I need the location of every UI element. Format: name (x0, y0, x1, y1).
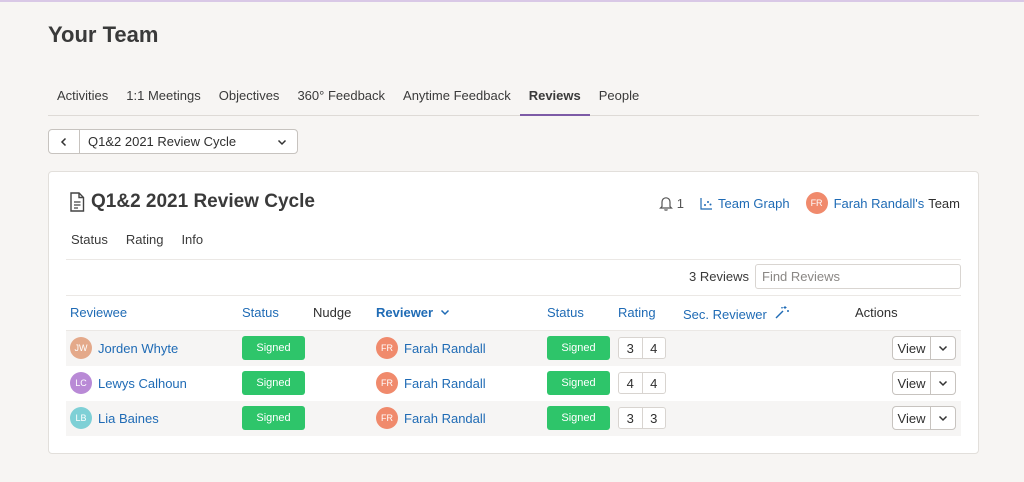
rating-value: 3 (650, 410, 658, 426)
subtab-rating[interactable]: Rating (126, 232, 164, 247)
reviewee-name[interactable]: Lia Baines (98, 411, 159, 426)
header-actions: Actions (855, 305, 898, 320)
view-split-button[interactable]: View (892, 406, 956, 430)
view-button[interactable]: View (893, 372, 931, 394)
header-sec-reviewer-label: Sec. Reviewer (683, 307, 767, 322)
tab-360-feedback[interactable]: 360° Feedback (288, 80, 394, 116)
view-button[interactable]: View (893, 407, 931, 429)
chevron-down-icon (938, 345, 948, 352)
table-row: LC Lewys Calhoun Signed FR Farah Randall… (66, 366, 961, 401)
avatar: JW (70, 337, 92, 359)
team-owner-suffix: Team (928, 195, 960, 211)
header-rating[interactable]: Rating (618, 305, 656, 320)
review-cycle-card: Q1&2 2021 Review Cycle 1 Team Graph FR F… (48, 171, 979, 454)
team-owner-name[interactable]: Farah Randall's (834, 196, 925, 211)
chevron-down-icon (938, 380, 948, 387)
view-split-button[interactable]: View (892, 336, 956, 360)
card-title: Q1&2 2021 Review Cycle (91, 191, 315, 212)
avatar: LB (70, 407, 92, 429)
reviewer-name[interactable]: Farah Randall (404, 376, 486, 391)
reviewer-status-badge: Signed (547, 371, 610, 395)
review-count: 3 Reviews (689, 269, 749, 284)
reviewer-name[interactable]: Farah Randall (404, 411, 486, 426)
review-cycle-selector[interactable]: Q1&2 2021 Review Cycle (48, 129, 298, 154)
reviewee-name[interactable]: Lewys Calhoun (98, 376, 187, 391)
subtab-info[interactable]: Info (181, 232, 203, 247)
rating-value: 3 (619, 408, 643, 428)
header-status[interactable]: Status (242, 305, 279, 320)
header-reviewee[interactable]: Reviewee (70, 305, 127, 320)
avatar: FR (376, 407, 398, 429)
header-reviewer-label: Reviewer (376, 305, 434, 320)
view-dropdown-toggle[interactable] (931, 407, 955, 429)
status-badge: Signed (242, 371, 305, 395)
avatar: FR (805, 192, 828, 214)
card-meta: 1 Team Graph FR Farah Randall's Team (643, 192, 960, 214)
bell-icon (658, 197, 673, 211)
reviewee-name[interactable]: Jorden Whyte (98, 341, 178, 356)
avatar: FR (376, 372, 398, 394)
view-button[interactable]: View (893, 337, 931, 359)
tab-objectives[interactable]: Objectives (210, 80, 289, 116)
subtab-status[interactable]: Status (71, 232, 108, 247)
avatar: FR (376, 337, 398, 359)
document-icon (70, 192, 85, 212)
chevron-down-icon (440, 309, 449, 316)
rating-value: 4 (650, 375, 658, 391)
reviewer-name[interactable]: Farah Randall (404, 341, 486, 356)
view-dropdown-toggle[interactable] (931, 337, 955, 359)
chart-icon (700, 197, 713, 210)
main-tabs: Activities 1:1 Meetings Objectives 360° … (48, 80, 979, 116)
chevron-left-icon (60, 137, 67, 146)
tab-reviews[interactable]: Reviews (519, 80, 590, 116)
status-badge: Signed (242, 406, 305, 430)
divider (66, 259, 961, 260)
card-subtabs: Status Rating Info (71, 232, 221, 247)
rating-value: 4 (619, 373, 643, 393)
team-graph-link[interactable]: Team Graph (700, 196, 790, 211)
header-nudge: Nudge (313, 305, 352, 320)
notification-count: 1 (676, 195, 685, 211)
chevron-down-icon (277, 139, 287, 145)
reviewer-status-badge: Signed (547, 336, 610, 360)
chevron-down-icon (938, 415, 948, 422)
header-reviewer-status[interactable]: Status (547, 305, 584, 320)
table-row: LB Lia Baines Signed FR Farah Randall Si… (66, 401, 961, 436)
rating-value: 4 (650, 340, 658, 356)
rating-value: 3 (619, 338, 643, 358)
tab-anytime-feedback[interactable]: Anytime Feedback (394, 80, 520, 116)
previous-cycle-button[interactable] (49, 130, 80, 153)
table-row: JW Jorden Whyte Signed FR Farah Randall … (66, 331, 961, 366)
rating-values: 3 3 (618, 407, 666, 429)
tab-meetings[interactable]: 1:1 Meetings (117, 80, 209, 116)
rating-values: 4 4 (618, 372, 666, 394)
header-sec-reviewer[interactable]: Sec. Reviewer (683, 305, 790, 322)
view-dropdown-toggle[interactable] (931, 372, 955, 394)
reviewer-status-badge: Signed (547, 406, 610, 430)
rating-values: 3 4 (618, 337, 666, 359)
magic-wand-icon (775, 306, 790, 319)
view-split-button[interactable]: View (892, 371, 956, 395)
cycle-select-value[interactable]: Q1&2 2021 Review Cycle (80, 134, 267, 149)
avatar: LC (70, 372, 92, 394)
cycle-dropdown-toggle[interactable] (267, 137, 297, 147)
top-accent-strip (0, 0, 1024, 2)
header-reviewer[interactable]: Reviewer (376, 305, 450, 320)
team-owner[interactable]: FR Farah Randall's Team (805, 192, 960, 214)
tab-activities[interactable]: Activities (48, 80, 117, 116)
notifications-button[interactable]: 1 (658, 195, 685, 211)
team-graph-label[interactable]: Team Graph (718, 196, 790, 211)
tab-people[interactable]: People (590, 80, 648, 116)
divider (66, 295, 961, 296)
card-header: Q1&2 2021 Review Cycle (69, 191, 315, 213)
find-reviews-input[interactable] (755, 264, 961, 289)
status-badge: Signed (242, 336, 305, 360)
page-title: Your Team (48, 22, 159, 47)
